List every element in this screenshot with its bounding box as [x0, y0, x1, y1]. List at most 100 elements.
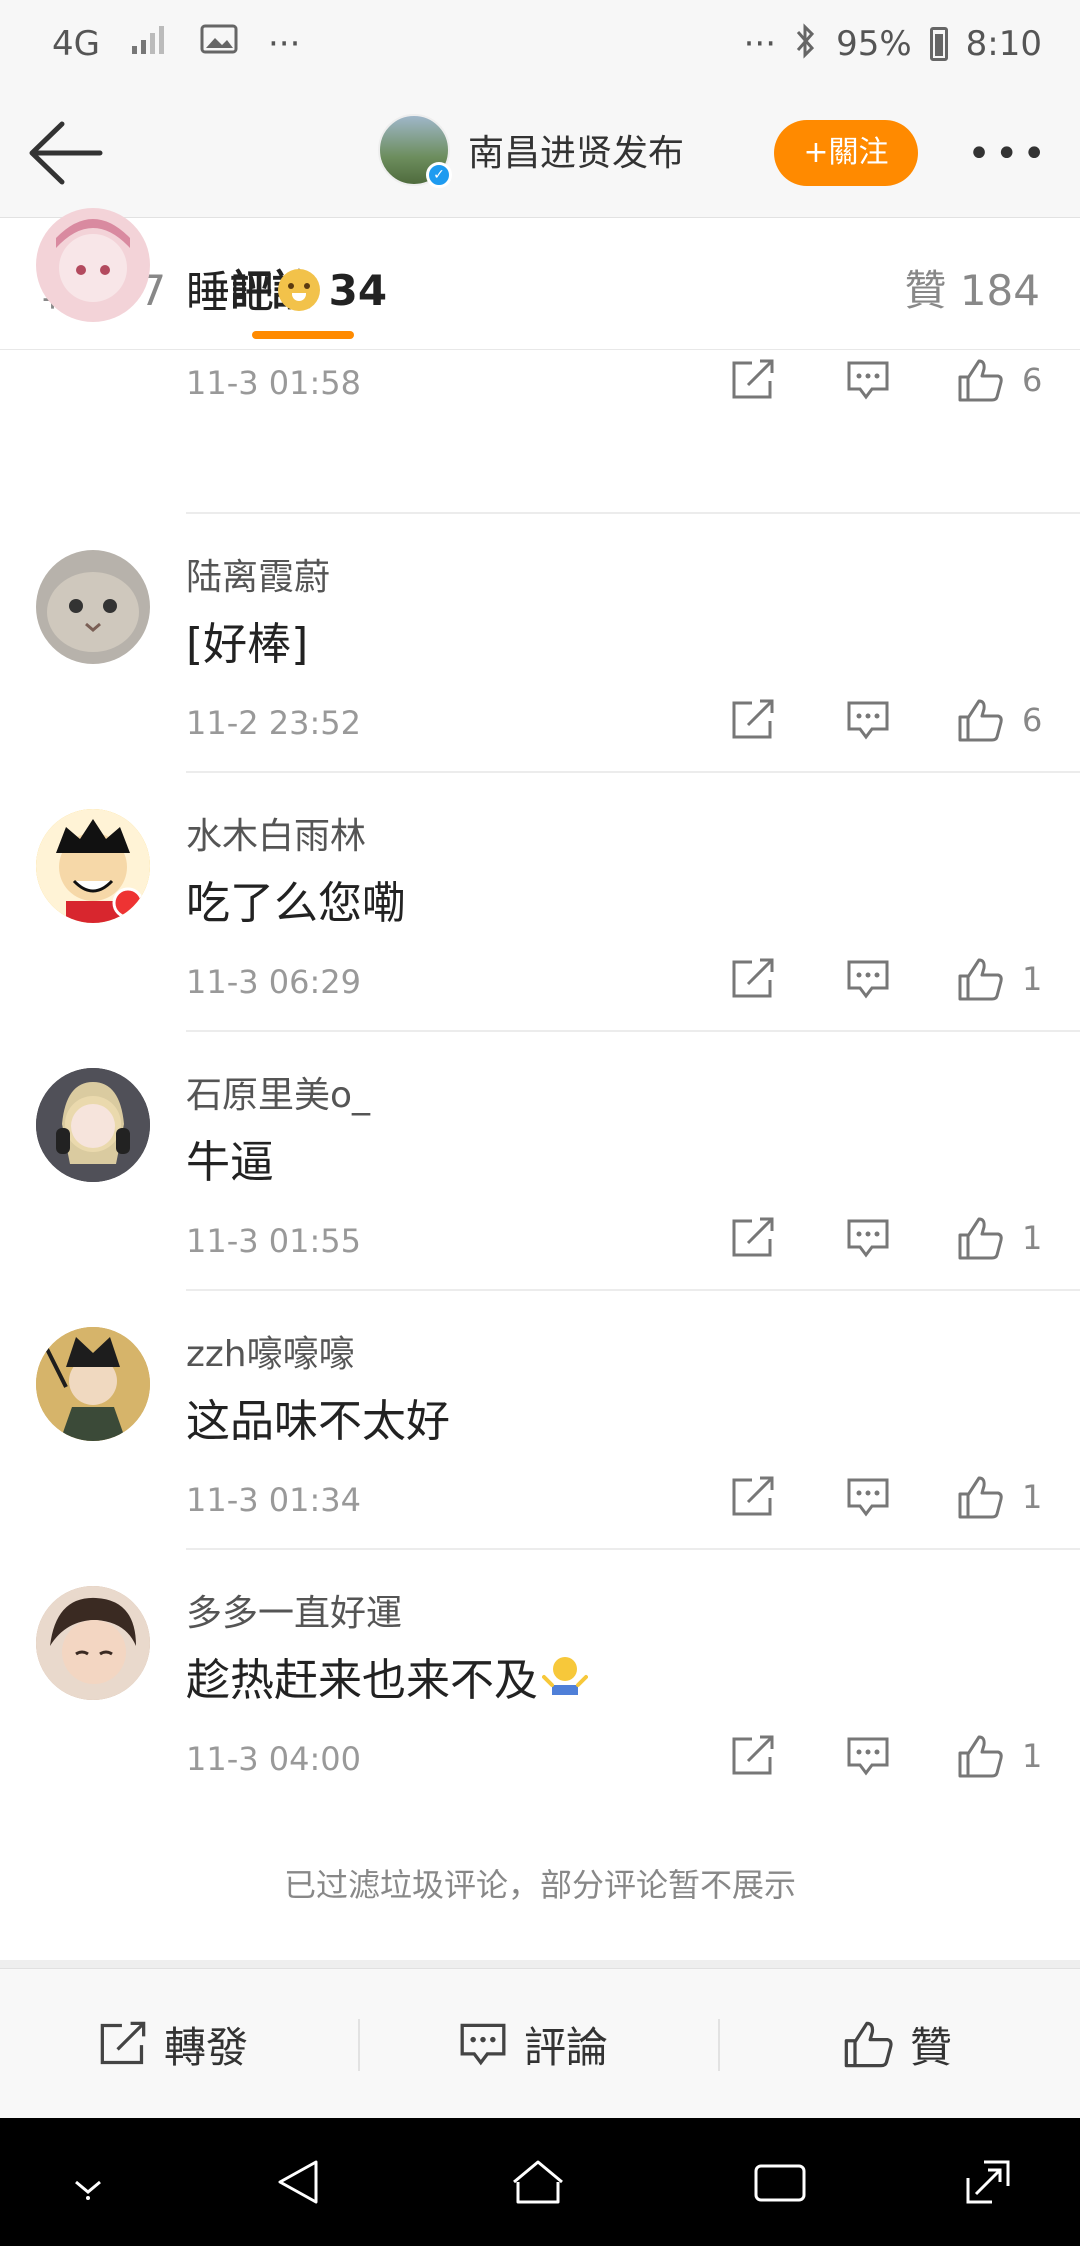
- comment-time: 11-2 23:52: [186, 704, 362, 742]
- nav-recents-button[interactable]: [750, 2152, 810, 2212]
- status-bar: 4G ··· ··· 95% 8:10: [0, 0, 1080, 90]
- comment-icon: [847, 1737, 889, 1776]
- user-avatar[interactable]: [36, 1068, 150, 1182]
- comment-item: 陆离霞蔚 [好棒] 11-2 23:52 6: [0, 514, 1080, 773]
- repost-action[interactable]: [730, 951, 776, 1007]
- comment-time: 11-3 06:29: [186, 963, 362, 1001]
- like-action[interactable]: 6: [956, 692, 1042, 748]
- comment-text: 牛逼: [186, 1137, 274, 1188]
- signal-icon: [130, 22, 170, 66]
- comment-text: 吃了么您嘞: [186, 878, 406, 929]
- comment-time: 11-3 01:55: [186, 1222, 362, 1260]
- repost-label: 轉發: [164, 2022, 249, 2072]
- like-action[interactable]: 6: [956, 352, 1042, 408]
- repost-button[interactable]: 轉發: [98, 1969, 248, 2119]
- username[interactable]: 水木白雨林: [186, 807, 366, 859]
- nav-expand-button[interactable]: [958, 2152, 1018, 2212]
- account-name[interactable]: 南昌进贤发布: [468, 124, 684, 176]
- comment-item: 水木白雨林 吃了么您嘞 11-3 06:29 1: [0, 773, 1080, 1032]
- like-count: 6: [1022, 361, 1043, 399]
- repost-action[interactable]: [730, 352, 776, 408]
- comment-text: 趁热赶来也来不及: [186, 1644, 588, 1708]
- comment-icon: [847, 1478, 889, 1517]
- triangle-back-icon: [278, 2160, 318, 2204]
- thumbs-up-icon: [958, 1476, 1003, 1519]
- like-label: 贊: [910, 2022, 953, 2072]
- like-count: 1: [1022, 1737, 1043, 1775]
- comment-action[interactable]: [846, 1469, 890, 1525]
- filtered-comments-note: 已过滤垃圾评论，部分评论暂不展示: [0, 1810, 1080, 1960]
- like-action[interactable]: 1: [956, 1728, 1042, 1784]
- more-status-indicator: ···: [743, 24, 777, 64]
- like-action[interactable]: 1: [956, 951, 1042, 1007]
- account-avatar[interactable]: ✓: [378, 114, 452, 188]
- thumbs-up-icon: [958, 699, 1003, 742]
- user-avatar[interactable]: [36, 208, 150, 322]
- repost-action[interactable]: [730, 1210, 776, 1266]
- bottom-action-bar: 轉發 評論 贊: [0, 1968, 1080, 2118]
- hide-keyboard-button[interactable]: [58, 2152, 118, 2212]
- comment-icon: [847, 701, 889, 740]
- arrow-left-icon: [29, 121, 103, 185]
- like-count: 1: [1022, 1219, 1043, 1257]
- user-avatar[interactable]: [36, 1586, 150, 1700]
- comment-action[interactable]: [846, 1210, 890, 1266]
- comment-action[interactable]: [846, 692, 890, 748]
- like-count: 6: [1022, 701, 1043, 739]
- comment-item: 多多一直好運 趁热赶来也来不及 11-3 04:00 1: [0, 1550, 1080, 1809]
- doge-emoji-icon: [278, 269, 320, 311]
- thumbs-up-icon: [958, 1217, 1003, 1260]
- divider: [718, 2019, 720, 2071]
- comment-action[interactable]: [846, 951, 890, 1007]
- username[interactable]: zzh嚎嚎嚎: [186, 1325, 355, 1377]
- more-options-button[interactable]: •••: [967, 134, 1050, 174]
- user-avatar[interactable]: [36, 1327, 150, 1441]
- repost-icon: [732, 359, 774, 399]
- thumbs-up-icon: [958, 1735, 1003, 1778]
- repost-icon: [732, 1476, 774, 1516]
- thumbs-up-icon: [958, 359, 1003, 402]
- comment-icon: [460, 2023, 506, 2066]
- like-action[interactable]: 1: [956, 1210, 1042, 1266]
- clock: 8:10: [965, 24, 1042, 64]
- network-type-indicator: 4G: [52, 24, 100, 64]
- comment-action[interactable]: [846, 1728, 890, 1784]
- repost-action[interactable]: [730, 1469, 776, 1525]
- username[interactable]: 陆离霞蔚: [186, 548, 330, 600]
- username[interactable]: 石原里美o_: [186, 1066, 370, 1118]
- battery-percent: 95%: [836, 24, 912, 64]
- repost-action[interactable]: [730, 692, 776, 748]
- comment-icon: [847, 1219, 889, 1258]
- like-count: 1: [1022, 960, 1043, 998]
- back-button[interactable]: [26, 118, 106, 188]
- expand-icon: [966, 2160, 1010, 2204]
- user-avatar[interactable]: [36, 550, 150, 664]
- like-action[interactable]: 1: [956, 1469, 1042, 1525]
- account-header[interactable]: ✓ 南昌进贤发布: [378, 114, 684, 188]
- repost-action[interactable]: [730, 1728, 776, 1784]
- home-icon: [513, 2160, 563, 2204]
- repost-icon: [732, 958, 774, 998]
- battery-icon: [929, 27, 948, 61]
- user-avatar[interactable]: [36, 809, 150, 923]
- nav-home-button[interactable]: [508, 2152, 568, 2212]
- nav-back-button[interactable]: [270, 2152, 330, 2212]
- comment-item: 石原里美o_ 牛逼 11-3 01:55 1: [0, 1032, 1080, 1291]
- comment-action[interactable]: [846, 352, 890, 408]
- comment-button[interactable]: 評論: [458, 1969, 608, 2119]
- comment-item: zzh嚎嚎嚎 这品味不太好 11-3 01:34 1: [0, 1291, 1080, 1550]
- comment-time: 11-3 01:58: [186, 364, 362, 402]
- shrug-emoji-icon: [542, 1655, 588, 1708]
- comment-text: 这品味不太好: [186, 1396, 450, 1447]
- comment-text: 睡吧: [186, 256, 320, 320]
- system-navigation-bar: [0, 2118, 1080, 2246]
- username[interactable]: 多多一直好運: [186, 1584, 402, 1636]
- comment-time: 11-3 01:34: [186, 1481, 362, 1519]
- follow-button[interactable]: +關注: [774, 120, 918, 186]
- thumbs-up-icon: [844, 2021, 893, 2068]
- like-button[interactable]: 贊: [842, 1969, 952, 2119]
- repost-icon: [100, 2021, 146, 2065]
- like-count: 1: [1022, 1478, 1043, 1516]
- chevron-down-icon: [75, 2180, 101, 2200]
- repost-icon: [732, 1735, 774, 1775]
